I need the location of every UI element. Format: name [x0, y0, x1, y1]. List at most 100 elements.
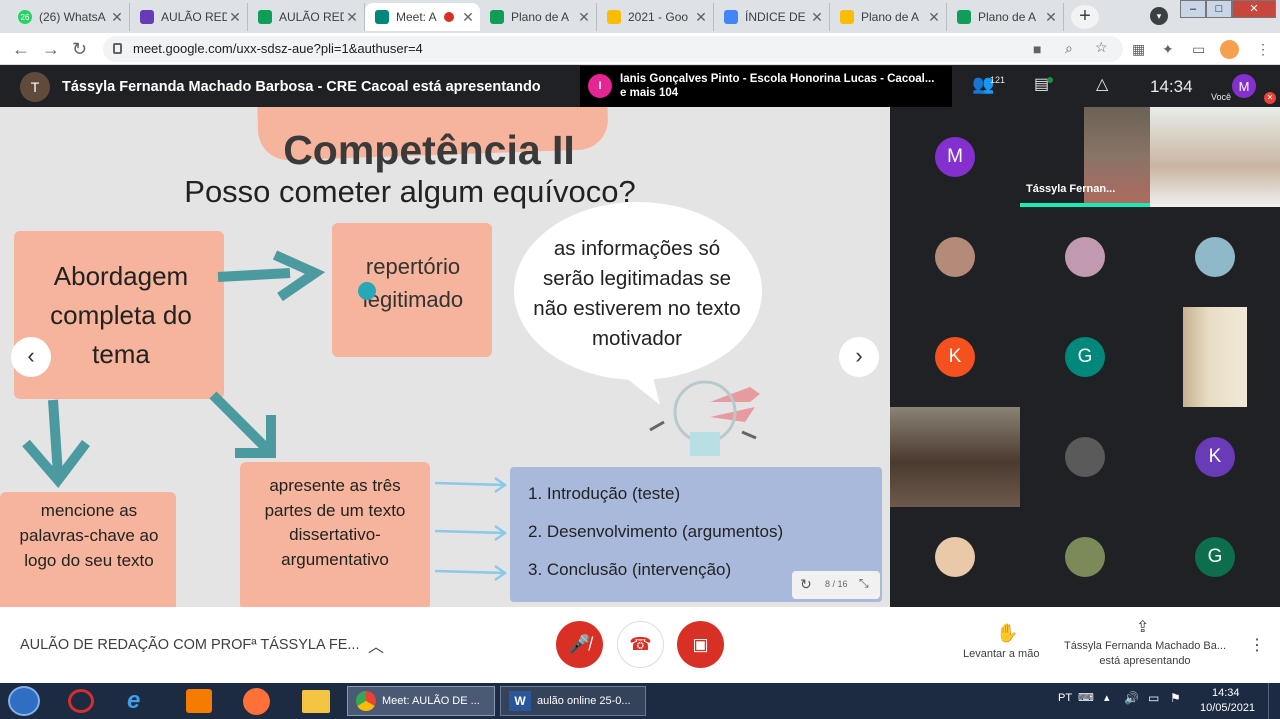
close-tab-icon[interactable]: ✕: [344, 9, 360, 26]
participant-tile[interactable]: [1020, 207, 1150, 307]
zoom-icon[interactable]: ⌕: [1065, 40, 1073, 57]
meeting-details-chevron-icon[interactable]: ︿: [368, 633, 384, 657]
participant-tile[interactable]: M: [890, 107, 1020, 207]
profile-avatar[interactable]: [1220, 40, 1239, 59]
browser-toolbar: ← → ↻ meet.google.com/uxx-sdsz-aue?pli=1…: [0, 33, 1280, 65]
browser-tab[interactable]: AULÃO RED ✕: [248, 3, 365, 31]
flag-icon[interactable]: ⚑: [1170, 691, 1181, 705]
browser-tab-bar: 26 (26) WhatsA ✕ AULÃO RED ✕ AULÃO RED ✕ Meet: …: [0, 0, 1280, 33]
minimize-button[interactable]: –: [1180, 0, 1206, 18]
more-menu-icon[interactable]: ⋮: [1256, 41, 1270, 58]
browser-tab[interactable]: Plano de A ✕: [947, 3, 1064, 31]
collapse-icon[interactable]: ⤡: [859, 576, 869, 591]
browser-tab[interactable]: AULÃO RED ✕: [130, 3, 248, 31]
browser-tab[interactable]: Plano de A ✕: [830, 3, 947, 31]
participant-tile[interactable]: K: [890, 307, 1020, 407]
close-tab-icon[interactable]: ✕: [926, 9, 942, 26]
prev-slide-button[interactable]: ‹: [11, 337, 51, 377]
taskbar-chrome-button[interactable]: Meet: AULÃO DE ...: [347, 686, 495, 716]
taskbar-date[interactable]: 10/05/2021: [1200, 702, 1255, 714]
participant-tile[interactable]: [1020, 507, 1150, 607]
language-indicator[interactable]: PT: [1058, 692, 1072, 704]
present-screen-icon[interactable]: ⇪: [1136, 617, 1149, 637]
participant-tile[interactable]: [890, 507, 1020, 607]
close-tab-icon[interactable]: ✕: [1043, 9, 1059, 26]
participant-tile[interactable]: [890, 407, 1020, 507]
apps-grid-icon[interactable]: ▦: [1132, 41, 1145, 58]
taskbar-time[interactable]: 14:34: [1212, 687, 1240, 699]
participant-tile[interactable]: G: [1020, 307, 1150, 407]
camera-icon[interactable]: ■: [1033, 41, 1041, 57]
activities-icon[interactable]: △: [1096, 74, 1108, 94]
presenting-label-2: está apresentando: [1099, 655, 1191, 667]
close-tab-icon[interactable]: ✕: [576, 9, 592, 26]
participant-tile[interactable]: [1150, 307, 1280, 407]
cast-icon[interactable]: ▭: [1192, 41, 1205, 58]
browser-tab[interactable]: ÍNDICE DE ✕: [714, 3, 830, 31]
ie-icon[interactable]: e: [127, 687, 140, 715]
close-window-button[interactable]: ✕: [1232, 0, 1276, 18]
lock-icon: [113, 43, 122, 54]
raise-hand-icon[interactable]: ✋: [996, 623, 1018, 644]
extensions-icon[interactable]: ✦: [1162, 41, 1174, 58]
maximize-button[interactable]: □: [1206, 0, 1232, 18]
list-item-2: 2. Desenvolvimento (argumentos): [528, 522, 784, 541]
close-tab-icon[interactable]: ✕: [460, 9, 476, 26]
tab-title: 2021 - Goo: [628, 10, 689, 24]
camera-off-button[interactable]: ▣: [677, 621, 724, 668]
close-tab-icon[interactable]: ✕: [809, 9, 825, 26]
windows-taskbar: e Meet: AULÃO DE ... W aulão online 25-0…: [0, 683, 1280, 719]
raise-hand-label[interactable]: Levantar a mão: [963, 648, 1039, 660]
presenting-label-1[interactable]: Tássyla Fernanda Machado Ba...: [1060, 640, 1230, 652]
start-button[interactable]: [8, 686, 40, 716]
close-tab-icon[interactable]: ✕: [109, 9, 125, 26]
participant-tile[interactable]: K: [1150, 407, 1280, 507]
participant-tile[interactable]: [1150, 207, 1280, 307]
cursor-highlight: [358, 282, 376, 300]
tab-favicon-icon: [258, 10, 272, 24]
new-tab-button[interactable]: +: [1071, 5, 1099, 29]
address-bar[interactable]: meet.google.com/uxx-sdsz-aue?pli=1&authu…: [103, 36, 1123, 62]
keyboard-icon[interactable]: ⌨: [1078, 691, 1094, 704]
firefox-icon[interactable]: [243, 688, 270, 715]
network-icon[interactable]: ▭: [1148, 691, 1159, 705]
explorer-icon[interactable]: [302, 690, 330, 713]
tray-expand-icon[interactable]: ▴: [1104, 691, 1110, 704]
participant-tile[interactable]: [890, 207, 1020, 307]
bookmark-star-icon[interactable]: ☆: [1095, 39, 1108, 56]
media-player-icon[interactable]: [186, 689, 212, 713]
show-desktop-button[interactable]: [1268, 683, 1280, 719]
browser-tab[interactable]: 26 (26) WhatsA ✕: [8, 3, 130, 31]
taskbar-word-button[interactable]: W aulão online 25-0...: [500, 686, 646, 716]
participant-tile[interactable]: [1150, 107, 1280, 207]
leave-call-button[interactable]: ☎: [617, 621, 664, 668]
back-icon[interactable]: ←: [12, 39, 30, 60]
recording-icon: [444, 12, 454, 22]
mic-off-button[interactable]: 🎤̸: [556, 621, 603, 668]
reset-icon[interactable]: ↻: [800, 576, 812, 593]
clock: 14:34: [1150, 77, 1193, 96]
presenter-avatar: T: [20, 71, 50, 102]
reload-icon[interactable]: ↻: [72, 39, 87, 60]
forward-icon[interactable]: →: [42, 39, 60, 60]
browser-tab[interactable]: Plano de A ✕: [480, 3, 597, 31]
participant-avatar: G: [1195, 537, 1235, 577]
next-slide-button[interactable]: ›: [839, 337, 879, 377]
participant-tile[interactable]: [1020, 407, 1150, 507]
chat-notification-dot: [1047, 77, 1053, 83]
participant-tile[interactable]: G: [1150, 507, 1280, 607]
close-tab-icon[interactable]: ✕: [227, 9, 243, 26]
participant-photo: [935, 237, 975, 277]
participant-grid: M Tássyla Fernan... K G K G: [890, 107, 1280, 607]
volume-icon[interactable]: 🔊: [1124, 691, 1139, 705]
participant-tile[interactable]: Tássyla Fernan...: [1020, 107, 1150, 207]
profile-menu-icon[interactable]: ▾: [1150, 7, 1168, 25]
more-options-icon[interactable]: ⋮: [1249, 635, 1265, 655]
tab-favicon-icon: [957, 10, 971, 24]
close-tab-icon[interactable]: ✕: [693, 9, 709, 26]
app-icon-1[interactable]: [68, 689, 94, 713]
browser-tab[interactable]: Meet: A ✕: [365, 3, 480, 31]
participant-photo: [1195, 237, 1235, 277]
you-label: Você: [1211, 92, 1232, 102]
browser-tab[interactable]: 2021 - Goo ✕: [597, 3, 714, 31]
